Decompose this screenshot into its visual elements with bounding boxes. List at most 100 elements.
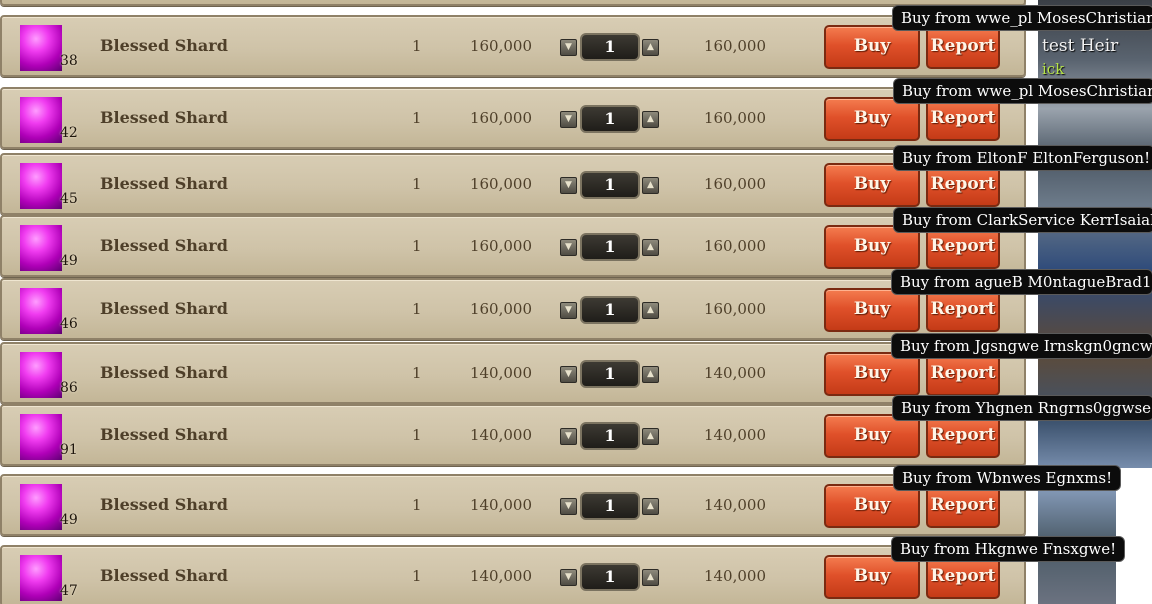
item-name: Blessed Shard (100, 36, 228, 55)
stepper-up-icon[interactable]: ▲ (642, 428, 659, 445)
item-quantity: 1 (412, 175, 422, 193)
quantity-stepper[interactable]: 1 (580, 360, 640, 388)
item-name: Blessed Shard (100, 236, 228, 255)
quantity-stepper[interactable]: 1 (580, 33, 640, 61)
quantity-stepper[interactable]: 1 (580, 296, 640, 324)
gem-icon (20, 25, 62, 71)
buy-button[interactable]: Buy (824, 25, 920, 69)
total-price: 140,000 (703, 426, 766, 444)
gem-count: 49 (60, 512, 78, 528)
item-quantity: 1 (412, 426, 422, 444)
stepper-up-icon[interactable]: ▲ (642, 498, 659, 515)
stepper-down-icon[interactable]: ▼ (560, 177, 577, 194)
stepper-up-icon[interactable]: ▲ (642, 239, 659, 256)
seller-tooltip: Buy from agueB M0ntagueBrad1! (891, 269, 1152, 295)
total-price: 140,000 (703, 567, 766, 585)
unit-price: 140,000 (469, 496, 532, 514)
item-name: Blessed Shard (100, 495, 228, 514)
stepper-down-icon[interactable]: ▼ (560, 569, 577, 586)
item-quantity: 1 (412, 237, 422, 255)
gem-count: 42 (60, 125, 78, 141)
item-name: Blessed Shard (100, 299, 228, 318)
stepper-up-icon[interactable]: ▲ (642, 366, 659, 383)
gem-icon (20, 414, 62, 460)
gem-count: 38 (60, 53, 78, 69)
item-name: Blessed Shard (100, 363, 228, 382)
item-name: Blessed Shard (100, 566, 228, 585)
stepper-down-icon[interactable]: ▼ (560, 428, 577, 445)
list-item-partial (0, 0, 1026, 6)
list-item: 46 Blessed Shard 1 160,000 ▼ 1 ▲ 160,000 Buy Repo… (0, 278, 1026, 340)
item-quantity: 1 (412, 567, 422, 585)
item-quantity: 1 (412, 496, 422, 514)
seller-tooltip: Buy from ClarkService KerrIsaiah! (893, 207, 1152, 233)
unit-price: 140,000 (469, 567, 532, 585)
unit-price: 140,000 (469, 426, 532, 444)
gem-icon (20, 225, 62, 271)
seller-tooltip: Buy from Hkgnwe Fnsxgwe! (891, 536, 1126, 562)
stepper-down-icon[interactable]: ▼ (560, 239, 577, 256)
quantity-stepper[interactable]: 1 (580, 492, 640, 520)
gem-icon (20, 97, 62, 143)
stepper-down-icon[interactable]: ▼ (560, 498, 577, 515)
list-item: 38 Blessed Shard 1 160,000 ▼ 1 ▲ 160,000 Buy Repo… (0, 15, 1026, 77)
item-quantity: 1 (412, 37, 422, 55)
total-price: 140,000 (703, 364, 766, 382)
gem-icon (20, 555, 62, 601)
total-price: 160,000 (703, 300, 766, 318)
seller-tooltip: Buy from wwe_pl MosesChristian! (892, 5, 1152, 31)
total-price: 140,000 (703, 496, 766, 514)
list-item: 47 Blessed Shard 1 140,000 ▼ 1 ▲ 140,000 Buy Repo… (0, 545, 1026, 604)
stepper-up-icon[interactable]: ▲ (642, 302, 659, 319)
stepper-up-icon[interactable]: ▲ (642, 569, 659, 586)
quantity-stepper[interactable]: 1 (580, 563, 640, 591)
quantity-stepper[interactable]: 1 (580, 105, 640, 133)
total-price: 160,000 (703, 175, 766, 193)
unit-price: 160,000 (469, 37, 532, 55)
gem-count: 45 (60, 191, 78, 207)
gem-icon (20, 484, 62, 530)
item-name: Blessed Shard (100, 425, 228, 444)
seller-tooltip: Buy from wwe_pl MosesChristian! (893, 78, 1152, 104)
stepper-up-icon[interactable]: ▲ (642, 177, 659, 194)
list-item: 42 Blessed Shard 1 160,000 ▼ 1 ▲ 160,000 Buy Repo… (0, 87, 1026, 149)
gem-count: 47 (60, 583, 78, 599)
gem-count: 46 (60, 316, 78, 332)
gem-count: 49 (60, 253, 78, 269)
quantity-stepper[interactable]: 1 (580, 171, 640, 199)
list-item: 45 Blessed Shard 1 160,000 ▼ 1 ▲ 160,000 Buy Repo… (0, 153, 1026, 215)
stepper-down-icon[interactable]: ▼ (560, 302, 577, 319)
unit-price: 140,000 (469, 364, 532, 382)
gem-count: 86 (60, 380, 78, 396)
item-quantity: 1 (412, 300, 422, 318)
gem-icon (20, 352, 62, 398)
seller-tooltip: Buy from Wbnwes Egnxms! (893, 465, 1122, 491)
list-item: 91 Blessed Shard 1 140,000 ▼ 1 ▲ 140,000 Buy Repo… (0, 404, 1026, 466)
stepper-down-icon[interactable]: ▼ (560, 39, 577, 56)
list-item: 86 Blessed Shard 1 140,000 ▼ 1 ▲ 140,000 Buy Repo… (0, 342, 1026, 404)
unit-price: 160,000 (469, 175, 532, 193)
list-item: 49 Blessed Shard 1 160,000 ▼ 1 ▲ 160,000 Buy Repo… (0, 215, 1026, 277)
stepper-up-icon[interactable]: ▲ (642, 39, 659, 56)
gem-icon (20, 163, 62, 209)
gem-icon (20, 288, 62, 334)
stepper-down-icon[interactable]: ▼ (560, 366, 577, 383)
gem-count: 91 (60, 442, 78, 458)
unit-price: 160,000 (469, 300, 532, 318)
unit-price: 160,000 (469, 237, 532, 255)
total-price: 160,000 (703, 37, 766, 55)
stepper-down-icon[interactable]: ▼ (560, 111, 577, 128)
unit-price: 160,000 (469, 109, 532, 127)
quantity-stepper[interactable]: 1 (580, 422, 640, 450)
list-item: 49 Blessed Shard 1 140,000 ▼ 1 ▲ 140,000 Buy Repo… (0, 474, 1026, 536)
item-quantity: 1 (412, 364, 422, 382)
seller-tooltip: Buy from Yhgnen Rngrns0ggwse! (892, 395, 1152, 421)
quantity-stepper[interactable]: 1 (580, 233, 640, 261)
total-price: 160,000 (703, 109, 766, 127)
item-quantity: 1 (412, 109, 422, 127)
background-text: test Heir (1042, 36, 1119, 56)
background-text-green: ick (1042, 60, 1065, 78)
report-button[interactable]: Report (926, 25, 1000, 69)
stepper-up-icon[interactable]: ▲ (642, 111, 659, 128)
seller-tooltip: Buy from Jgsngwe Irnskgn0gncwd (891, 333, 1152, 359)
